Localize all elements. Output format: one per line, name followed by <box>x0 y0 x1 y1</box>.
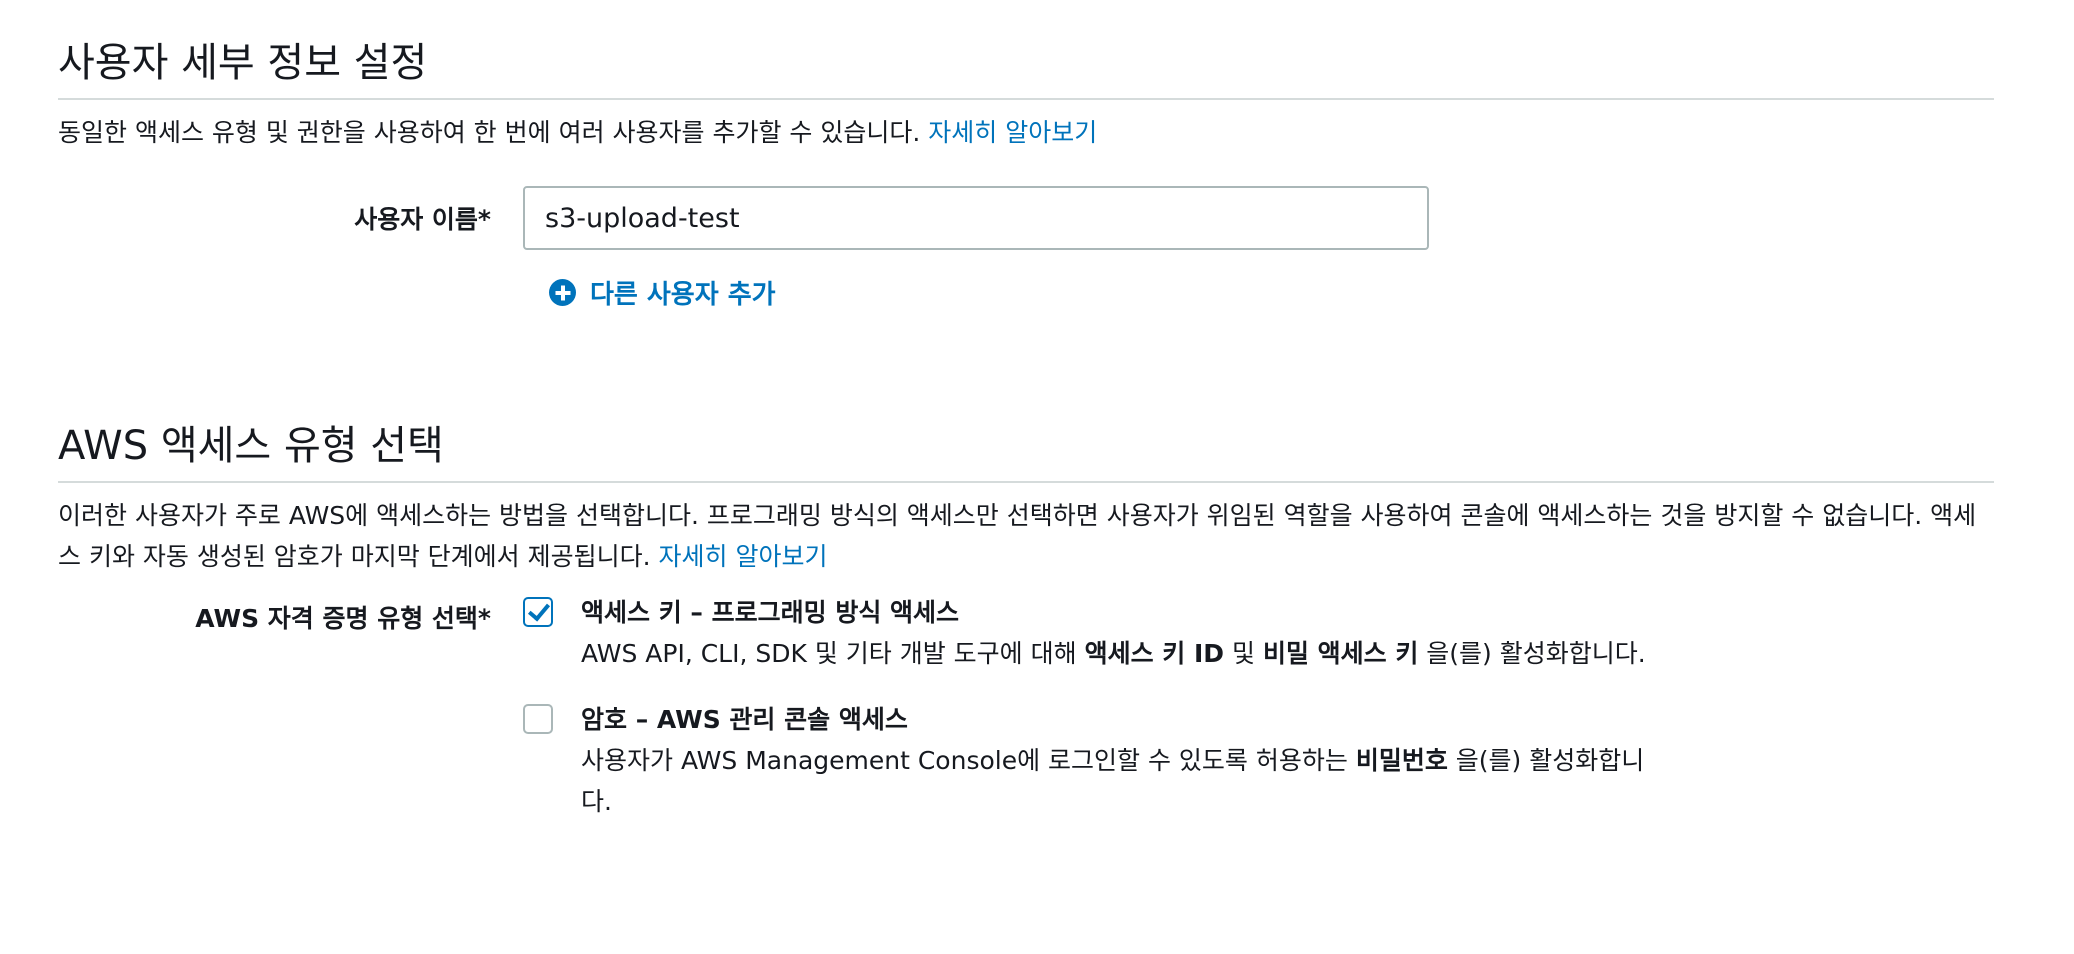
programmatic-access-title: 액세스 키 – 프로그래밍 방식 액세스 <box>581 598 960 627</box>
programmatic-access-desc-mid: 및 <box>1224 639 1263 668</box>
password-text: 비밀번호 <box>1355 746 1448 775</box>
checkmark-icon <box>527 598 551 622</box>
credential-type-label: AWS 자격 증명 유형 선택* <box>195 604 491 633</box>
programmatic-access-desc-suffix: 을(를) 활성화합니다. <box>1418 639 1646 668</box>
user-details-description-text: 동일한 액세스 유형 및 권한을 사용하여 한 번에 여러 사용자를 추가할 수… <box>58 118 921 147</box>
learn-more-link[interactable]: 자세히 알아보기 <box>928 118 1097 147</box>
section-title-access-type: AWS 액세스 유형 선택 <box>58 423 1994 483</box>
username-input[interactable] <box>523 186 1429 250</box>
section-title-user-details: 사용자 세부 정보 설정 <box>58 0 1994 100</box>
add-another-user-button[interactable]: 다른 사용자 추가 <box>549 274 776 311</box>
access-type-description: 이러한 사용자가 주로 AWS에 액세스하는 방법을 선택합니다. 프로그래밍 … <box>58 495 1994 577</box>
add-another-user-label: 다른 사용자 추가 <box>590 280 776 310</box>
option-programmatic-access: 액세스 키 – 프로그래밍 방식 액세스 AWS API, CLI, SDK 및… <box>523 593 1673 674</box>
access-type-section: AWS 액세스 유형 선택 이러한 사용자가 주로 AWS에 액세스하는 방법을… <box>58 423 1994 822</box>
programmatic-access-description: AWS API, CLI, SDK 및 기타 개발 도구에 대해 액세스 키 I… <box>581 633 1673 674</box>
user-details-section: 사용자 세부 정보 설정 동일한 액세스 유형 및 권한을 사용하여 한 번에 … <box>58 0 1994 311</box>
username-label: 사용자 이름* <box>354 205 491 234</box>
plus-circle-icon <box>549 279 576 306</box>
username-row: 사용자 이름* <box>58 186 1994 250</box>
programmatic-access-checkbox[interactable] <box>523 597 553 627</box>
programmatic-access-desc-prefix: AWS API, CLI, SDK 및 기타 개발 도구에 대해 <box>581 639 1085 668</box>
option-console-access: 암호 – AWS 관리 콘솔 액세스 사용자가 AWS Management C… <box>523 700 1673 822</box>
credential-type-row: AWS 자격 증명 유형 선택* 액세스 키 – 프로그래밍 방식 액세스 AW… <box>58 593 1994 822</box>
access-type-description-text: 이러한 사용자가 주로 AWS에 액세스하는 방법을 선택합니다. 프로그래밍 … <box>58 501 1977 571</box>
console-access-body: 암호 – AWS 관리 콘솔 액세스 사용자가 AWS Management C… <box>581 700 1673 822</box>
programmatic-access-body: 액세스 키 – 프로그래밍 방식 액세스 AWS API, CLI, SDK 및… <box>581 593 1673 674</box>
secret-access-key-text: 비밀 액세스 키 <box>1262 639 1419 668</box>
console-access-desc-prefix: 사용자가 AWS Management Console에 로그인할 수 있도록 … <box>581 746 1356 775</box>
console-access-checkbox[interactable] <box>523 704 553 734</box>
console-access-description: 사용자가 AWS Management Console에 로그인할 수 있도록 … <box>581 740 1673 822</box>
credential-type-options: 액세스 키 – 프로그래밍 방식 액세스 AWS API, CLI, SDK 및… <box>523 593 1673 822</box>
user-details-description: 동일한 액세스 유형 및 권한을 사용하여 한 번에 여러 사용자를 추가할 수… <box>58 112 1994 153</box>
learn-more-link-access-type[interactable]: 자세히 알아보기 <box>659 542 828 571</box>
access-key-id-text: 액세스 키 ID <box>1084 639 1225 668</box>
page: 사용자 세부 정보 설정 동일한 액세스 유형 및 권한을 사용하여 한 번에 … <box>58 0 1994 822</box>
console-access-title: 암호 – AWS 관리 콘솔 액세스 <box>581 705 908 734</box>
